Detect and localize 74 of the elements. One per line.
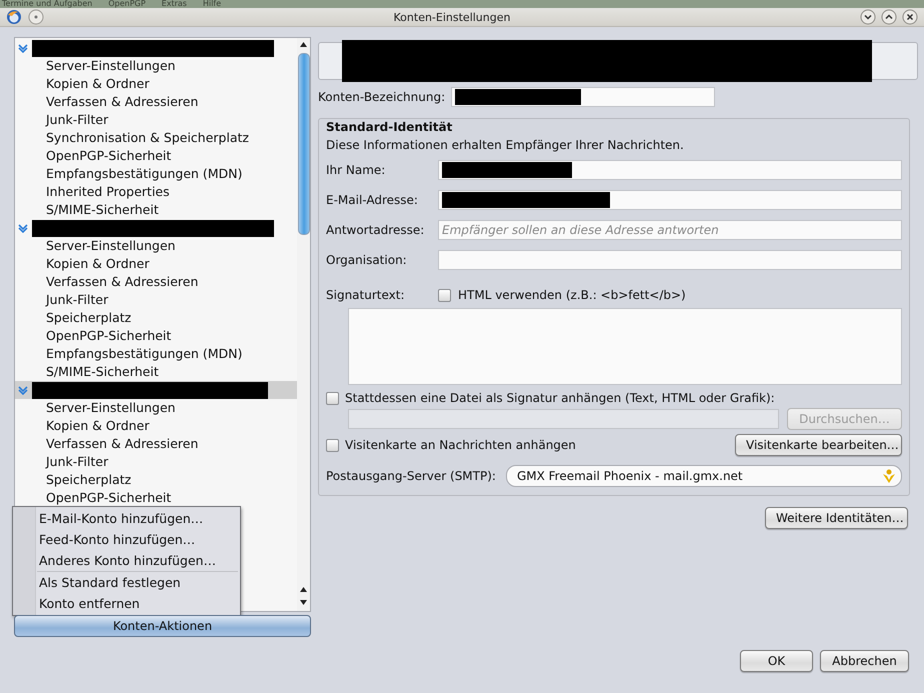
pin-button[interactable] bbox=[28, 9, 44, 25]
tree-item[interactable]: Server-Einstellungen bbox=[15, 57, 297, 75]
account-actions-button[interactable]: Konten-Aktionen bbox=[14, 615, 311, 637]
input-field[interactable] bbox=[438, 190, 902, 210]
tree-item[interactable]: S/MIME-Sicherheit bbox=[15, 201, 297, 219]
checkbox-label[interactable]: Stattdessen eine Datei als Signatur anhängen (Text, HTML oder Grafik): bbox=[345, 391, 775, 405]
checkbox[interactable] bbox=[438, 288, 451, 302]
tree-item[interactable]: Verfassen & Adressieren bbox=[15, 435, 297, 453]
dropdown-icon bbox=[881, 468, 897, 484]
dialog-button[interactable]: Abbrechen bbox=[820, 650, 909, 672]
tree-item[interactable]: Synchronisation & Speicherplatz bbox=[15, 129, 297, 147]
maximize-button[interactable] bbox=[881, 9, 897, 25]
tree-item[interactable]: Kopien & Ordner bbox=[15, 255, 297, 273]
scrollbar-thumb[interactable] bbox=[298, 53, 310, 235]
app-icon[interactable] bbox=[6, 9, 22, 25]
tree-item[interactable]: Empfangsbestätigungen (MDN) bbox=[15, 345, 297, 363]
file-path-field[interactable] bbox=[348, 409, 779, 429]
field-label: Konten-Bezeichnung: bbox=[318, 90, 446, 104]
tree-item[interactable]: OpenPGP-Sicherheit bbox=[15, 327, 297, 345]
description-text: Diese Informationen erhalten Empfänger Ihrer Nachrichten. bbox=[326, 138, 685, 152]
menu-item[interactable]: Feed-Konto hinzufügen… bbox=[39, 531, 196, 549]
tree-item[interactable]: Speicherplatz bbox=[15, 471, 297, 489]
tree-item[interactable]: Verfassen & Adressieren bbox=[15, 93, 297, 111]
dialog-button[interactable]: OK bbox=[740, 650, 813, 672]
menu-item[interactable]: Anderes Konto hinzufügen… bbox=[39, 552, 216, 570]
input-field[interactable] bbox=[438, 160, 902, 180]
edit-vcard-button[interactable]: Visitenkarte bearbeiten… bbox=[735, 434, 902, 456]
menu-item[interactable]: OpenPGP bbox=[108, 0, 146, 8]
field-label: Ihr Name: bbox=[326, 163, 386, 177]
tree-item[interactable]: Junk-Filter bbox=[15, 453, 297, 471]
scroll-up-icon[interactable] bbox=[299, 40, 308, 49]
tree-item[interactable]: Kopien & Ordner bbox=[15, 75, 297, 93]
field-label: Organisation: bbox=[326, 253, 408, 267]
tree-item[interactable]: S/MIME-Sicherheit bbox=[15, 363, 297, 381]
tree-item[interactable]: Verfassen & Adressieren bbox=[15, 273, 297, 291]
more-identities-button[interactable]: Weitere Identitäten… bbox=[765, 507, 908, 529]
input-field[interactable] bbox=[438, 250, 902, 270]
menu-item[interactable]: Als Standard festlegen bbox=[39, 574, 181, 592]
tree-item[interactable]: Empfangsbestätigungen (MDN) bbox=[15, 165, 297, 183]
scroll-down-icon[interactable] bbox=[299, 598, 308, 607]
tree-item[interactable]: Kopien & Ordner bbox=[15, 417, 297, 435]
tree-item[interactable]: OpenPGP-Sicherheit bbox=[15, 489, 297, 507]
menu-item[interactable]: Termine und Aufgaben bbox=[2, 0, 92, 8]
tree-item[interactable]: Junk-Filter bbox=[15, 111, 297, 129]
menu-item[interactable]: E-Mail-Konto hinzufügen… bbox=[39, 510, 204, 528]
checkbox[interactable] bbox=[326, 438, 339, 452]
checkbox-label[interactable]: Visitenkarte an Nachrichten anhängen bbox=[345, 438, 576, 452]
expand-icon[interactable] bbox=[18, 223, 28, 233]
smtp-dropdown[interactable]: GMX Freemail Phoenix - mail.gmx.net bbox=[506, 465, 902, 487]
minimize-button[interactable] bbox=[860, 9, 876, 25]
scroll-up-icon[interactable] bbox=[299, 585, 308, 594]
tree-item[interactable]: Inherited Properties bbox=[15, 183, 297, 201]
tree-item[interactable]: Speicherplatz bbox=[15, 309, 297, 327]
field-label: Postausgang-Server (SMTP): bbox=[326, 469, 496, 483]
input-field[interactable] bbox=[451, 87, 716, 107]
expand-icon[interactable] bbox=[18, 385, 28, 395]
field-label: Antwortadresse: bbox=[326, 223, 426, 237]
field-label: Signaturtext: bbox=[326, 288, 406, 302]
checkbox-label[interactable]: HTML verwenden (z.B.: <b>fett</b>) bbox=[458, 288, 686, 302]
tree-item[interactable]: OpenPGP-Sicherheit bbox=[15, 147, 297, 165]
close-button[interactable] bbox=[902, 9, 918, 25]
tree-item[interactable]: Server-Einstellungen bbox=[15, 237, 297, 255]
menu-item[interactable]: Konto entfernen bbox=[39, 595, 140, 613]
account-row[interactable] bbox=[15, 381, 297, 399]
tree-item[interactable]: Junk-Filter bbox=[15, 291, 297, 309]
expand-icon[interactable] bbox=[18, 43, 28, 53]
checkbox[interactable] bbox=[326, 392, 339, 404]
tree-item[interactable]: Server-Einstellungen bbox=[15, 399, 297, 417]
menu-item[interactable]: Extras bbox=[162, 0, 187, 8]
placeholder-text: Empfänger sollen an diese Adresse antworten bbox=[442, 223, 719, 237]
group-title: Standard-Identität bbox=[326, 120, 454, 134]
window-title: Konten-Einstellungen bbox=[392, 10, 512, 24]
field-label: E-Mail-Adresse: bbox=[326, 193, 419, 207]
menu-item[interactable]: Hilfe bbox=[202, 0, 222, 8]
